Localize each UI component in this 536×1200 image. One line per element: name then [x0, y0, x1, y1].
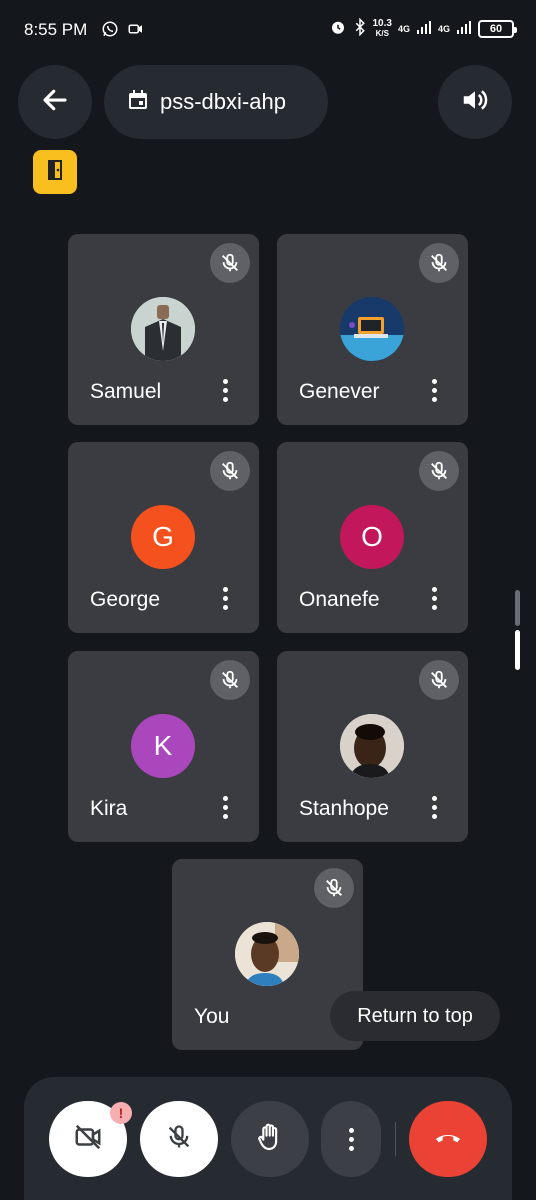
- bluetooth-icon: [353, 17, 367, 39]
- more-options-button[interactable]: [422, 374, 446, 406]
- avatar: G: [131, 505, 195, 569]
- battery-indicator: 60: [478, 19, 517, 38]
- return-to-top-button[interactable]: Return to top: [330, 991, 500, 1041]
- participant-tile[interactable]: Samuel: [68, 234, 259, 425]
- raise-hand-icon: [254, 1121, 286, 1158]
- mic-off-icon: [419, 451, 459, 491]
- avatar: [340, 297, 404, 361]
- video-off-icon: [73, 1122, 103, 1157]
- more-options-button[interactable]: [422, 791, 446, 823]
- scrollbar-thumb[interactable]: [515, 630, 520, 670]
- avatar: O: [340, 505, 404, 569]
- end-call-button[interactable]: [409, 1101, 487, 1177]
- mic-off-icon: [419, 660, 459, 700]
- participant-tile[interactable]: G George: [68, 442, 259, 633]
- video-record-icon: [127, 20, 145, 43]
- speaker-button[interactable]: [438, 65, 512, 139]
- door-icon: [43, 158, 67, 187]
- participant-name: George: [90, 588, 161, 611]
- meeting-info-button[interactable]: pss-dbxi-ahp: [104, 65, 328, 139]
- more-options-button[interactable]: [321, 1101, 381, 1177]
- more-options-button[interactable]: [213, 582, 237, 614]
- raise-hand-button[interactable]: [231, 1101, 309, 1177]
- whatsapp-icon: [101, 20, 119, 43]
- scrollbar-track[interactable]: [515, 590, 520, 626]
- camera-alert-badge: !: [110, 1102, 132, 1124]
- network-type-2: 4G: [437, 23, 450, 34]
- participant-tile[interactable]: O Onanefe: [277, 442, 468, 633]
- participant-name: Genever: [299, 380, 380, 403]
- more-options-button[interactable]: [213, 791, 237, 823]
- avatar: [340, 714, 404, 778]
- arrow-back-icon: [40, 85, 70, 120]
- avatar: [235, 922, 299, 986]
- signal-icon: [456, 19, 472, 38]
- mic-off-icon: [210, 660, 250, 700]
- call-end-icon: [432, 1121, 464, 1158]
- mic-toggle-button[interactable]: [140, 1101, 218, 1177]
- participant-name: Onanefe: [299, 588, 380, 611]
- participant-tile[interactable]: Stanhope: [277, 651, 468, 842]
- participant-tile[interactable]: Genever: [277, 234, 468, 425]
- mic-off-icon: [210, 243, 250, 283]
- network-type-1: 4G: [397, 23, 410, 34]
- participant-name: You: [194, 1005, 230, 1028]
- network-speed: 10.3 K/S: [372, 17, 392, 38]
- participant-name: Kira: [90, 797, 128, 820]
- mic-off-icon: [419, 243, 459, 283]
- alarm-icon: [329, 18, 347, 39]
- calendar-icon: [126, 88, 150, 117]
- avatar: [131, 297, 195, 361]
- back-button[interactable]: [18, 65, 92, 139]
- more-options-button[interactable]: [422, 582, 446, 614]
- status-bar: 8:55 PM 10.3 K/S 4G 4G 60: [0, 0, 536, 60]
- meeting-code: pss-dbxi-ahp: [160, 89, 286, 114]
- host-controls-badge[interactable]: [33, 150, 77, 194]
- mic-off-icon: [210, 451, 250, 491]
- more-options-button[interactable]: [213, 374, 237, 406]
- mic-off-icon: [165, 1123, 193, 1156]
- signal-icon: [416, 19, 432, 38]
- mic-off-icon: [314, 868, 354, 908]
- participant-name: Stanhope: [299, 797, 389, 820]
- more-vertical-icon: [348, 1127, 354, 1151]
- avatar: K: [131, 714, 195, 778]
- status-time: 8:55 PM: [24, 20, 88, 39]
- volume-icon: [460, 85, 490, 120]
- controls-divider: [395, 1122, 396, 1156]
- participant-tile[interactable]: K Kira: [68, 651, 259, 842]
- participant-name: Samuel: [90, 380, 162, 403]
